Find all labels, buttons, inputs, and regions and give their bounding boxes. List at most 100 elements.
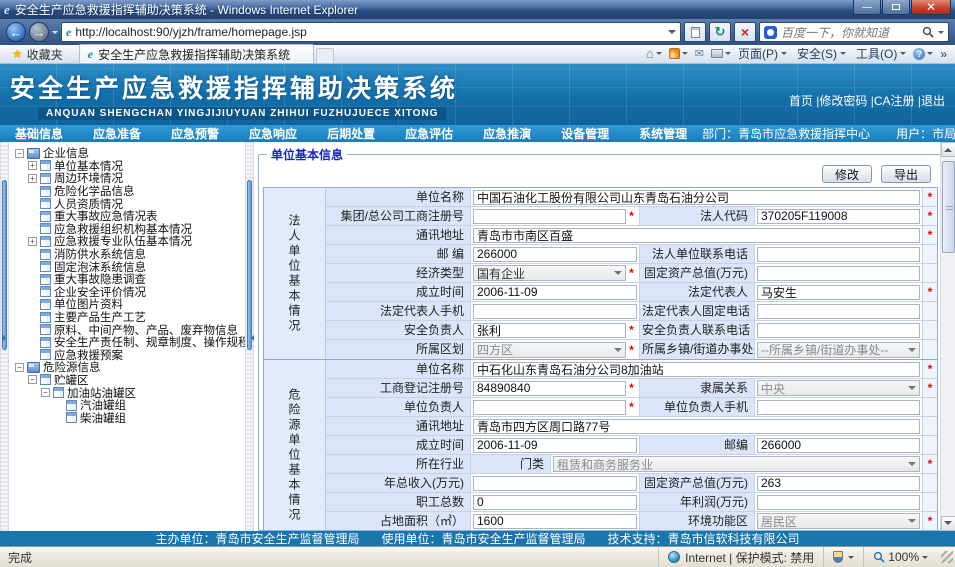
field-select[interactable]: 国有企业	[473, 265, 626, 281]
nav-item[interactable]: 设备管理	[546, 125, 624, 142]
field-input[interactable]	[473, 190, 920, 205]
nav-item[interactable]: 应急响应	[234, 125, 312, 142]
search-input[interactable]: 百度一下，你就知道	[759, 22, 949, 42]
field-select[interactable]: 四方区	[473, 342, 626, 358]
field-input[interactable]	[473, 304, 637, 319]
banner-link-4[interactable]: 退出	[921, 94, 945, 108]
field-input[interactable]	[757, 247, 920, 262]
field-input[interactable]	[757, 495, 920, 510]
close-button[interactable]: ✕	[911, 0, 951, 15]
splitter-thumb[interactable]	[2, 180, 7, 350]
nav-item[interactable]: 应急准备	[78, 125, 156, 142]
expand-box-icon[interactable]: +	[28, 174, 37, 183]
read-mail-button[interactable]: ✉	[695, 47, 704, 60]
field-input[interactable]	[473, 419, 920, 434]
search-icon[interactable]	[922, 26, 934, 38]
tree-item[interactable]: +单位基本情况	[11, 160, 243, 173]
print-button[interactable]	[711, 49, 731, 58]
field-input[interactable]	[757, 438, 920, 453]
minimize-button[interactable]: —	[853, 0, 881, 15]
field-input[interactable]	[473, 514, 637, 529]
field-select[interactable]: 中央	[757, 380, 920, 396]
nav-item[interactable]: 应急预警	[156, 125, 234, 142]
maximize-button[interactable]	[882, 0, 910, 15]
field-input[interactable]	[473, 285, 637, 300]
export-button[interactable]: 导出	[881, 165, 931, 183]
tree-item[interactable]: −企业信息	[11, 147, 243, 160]
compatibility-view-button[interactable]	[684, 22, 706, 42]
splitter-thumb[interactable]	[247, 180, 252, 350]
field-input[interactable]	[473, 247, 637, 262]
new-tab-button[interactable]	[316, 48, 334, 63]
field-select[interactable]: --所属乡镇/街道办事处--	[757, 342, 920, 358]
nav-item[interactable]: 后期处置	[312, 125, 390, 142]
scrollbar-thumb[interactable]	[942, 161, 955, 253]
address-dropdown-icon[interactable]	[668, 30, 676, 38]
banner-link-1[interactable]: 首页	[789, 94, 813, 108]
feed-button[interactable]	[669, 48, 688, 59]
field-input[interactable]	[757, 266, 920, 281]
field-input[interactable]	[757, 285, 920, 300]
scroll-up-button[interactable]	[941, 142, 955, 157]
tree-splitter-right[interactable]	[245, 142, 254, 531]
stop-button[interactable]: ×	[734, 22, 756, 42]
field-input[interactable]	[473, 438, 637, 453]
nav-item[interactable]: 应急推演	[468, 125, 546, 142]
field-input[interactable]	[473, 495, 637, 510]
tree-item[interactable]: 危险化学品信息	[11, 185, 243, 198]
command-menu[interactable]: 工具(O)	[856, 45, 906, 62]
banner-link-3[interactable]: CA注册	[874, 94, 915, 108]
tree-item[interactable]: 企业安全评价情况	[11, 286, 243, 299]
protected-mode-button[interactable]	[823, 547, 863, 567]
nav-item[interactable]: 基础信息	[0, 125, 78, 142]
tree-splitter-left[interactable]	[0, 142, 9, 531]
tree-item[interactable]: −危险源信息	[11, 361, 243, 374]
history-dropdown-icon[interactable]	[52, 31, 58, 37]
nav-item[interactable]: 系统管理	[624, 125, 702, 142]
field-input[interactable]	[473, 323, 626, 338]
back-button[interactable]: ←	[6, 22, 26, 42]
zoom-dropdown-icon[interactable]	[922, 556, 928, 562]
command-menu[interactable]: 安全(S)	[797, 45, 846, 62]
tree-item[interactable]: 柴油罐组	[11, 411, 243, 424]
modify-button[interactable]: 修改	[822, 165, 872, 183]
collapse-box-icon[interactable]: −	[15, 149, 24, 158]
field-input[interactable]	[757, 304, 920, 319]
field-input[interactable]	[473, 228, 920, 243]
field-input[interactable]	[473, 400, 626, 415]
field-input[interactable]	[473, 209, 626, 224]
splitter-arrow-icon[interactable]	[2, 334, 10, 342]
banner-link-2[interactable]: 修改密码	[819, 94, 867, 108]
field-input[interactable]	[757, 476, 920, 491]
search-dropdown-icon[interactable]	[938, 31, 944, 37]
field-input[interactable]	[757, 400, 920, 415]
favorites-button[interactable]: ★ 收藏夹	[4, 45, 71, 63]
field-input[interactable]	[473, 381, 626, 396]
collapse-box-icon[interactable]: −	[28, 375, 37, 384]
address-input[interactable]: e http://localhost:90/yjzh/frame/homepag…	[61, 22, 681, 42]
help-button[interactable]: ?	[913, 48, 933, 60]
command-menu[interactable]: 页面(P)	[738, 45, 787, 62]
expand-box-icon[interactable]: +	[28, 237, 37, 246]
scroll-down-button[interactable]	[941, 516, 955, 531]
collapse-box-icon[interactable]: −	[15, 363, 24, 372]
field-input[interactable]	[757, 323, 920, 338]
resize-grip[interactable]	[941, 551, 953, 563]
nav-item[interactable]: 应急评估	[390, 125, 468, 142]
field-select[interactable]: 租赁和商务服务业	[553, 456, 920, 472]
tree-item[interactable]: 安全生产责任制、规章制度、操作规程信息	[11, 336, 243, 349]
tree-item[interactable]: −加油站油罐区	[11, 386, 243, 399]
forward-button[interactable]: →	[29, 22, 49, 42]
expand-box-icon[interactable]: +	[28, 161, 37, 170]
zoom-control[interactable]: 100%	[863, 547, 937, 567]
collapse-box-icon[interactable]: −	[41, 388, 50, 397]
field-input[interactable]	[473, 476, 637, 491]
tree-item[interactable]: 汽油罐组	[11, 399, 243, 412]
content-scrollbar[interactable]	[940, 142, 955, 531]
field-input[interactable]	[757, 209, 920, 224]
field-select[interactable]: 居民区	[757, 513, 920, 529]
home-button[interactable]: ⌂	[646, 46, 662, 61]
more-commands-chevron[interactable]: »	[940, 47, 947, 61]
field-input[interactable]	[473, 362, 920, 377]
refresh-button[interactable]: ↻	[709, 22, 731, 42]
